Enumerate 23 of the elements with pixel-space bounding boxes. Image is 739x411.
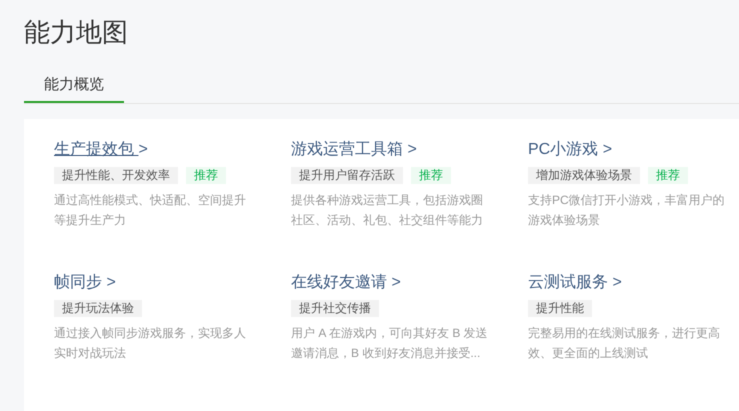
card-title-link[interactable]: 云测试服务 > <box>528 272 622 294</box>
card-title-link[interactable]: 游戏运营工具箱 > <box>291 139 417 161</box>
card-description: 通过接入帧同步游戏服务，实现多人实时对战玩法 <box>54 325 247 362</box>
feature-tag: 提升社交传播 <box>291 300 379 317</box>
feature-tag: 增加游戏体验场景 <box>528 167 640 184</box>
card-description: 支持PC微信打开小游戏，丰富用户的游戏体验场景 <box>528 192 726 229</box>
recommend-tag: 推荐 <box>411 167 451 184</box>
feature-tag: 提升性能 <box>528 300 592 317</box>
card-description: 用户 A 在游戏内，可向其好友 B 发送邀请消息，B 收到好友消息并接受... <box>291 325 489 362</box>
page-title: 能力地图 <box>24 16 129 49</box>
card-description: 提供各种游戏运营工具，包括游戏圈社区、活动、礼包、社交组件等能力 <box>291 192 484 229</box>
feature-tag: 提升玩法体验 <box>54 300 142 317</box>
recommend-tag: 推荐 <box>648 167 688 184</box>
feature-tag: 提升性能、开发效率 <box>54 167 178 184</box>
card-description: 完整易用的在线测试服务，进行更高效、更全面的上线测试 <box>528 325 721 362</box>
card-title-link[interactable]: 在线好友邀请 > <box>291 272 401 294</box>
card-title-link[interactable]: 帧同步 > <box>54 272 116 294</box>
recommend-tag: 推荐 <box>186 167 226 184</box>
tab[interactable]: 能力概览 <box>24 70 124 103</box>
feature-tag: 提升用户留存活跃 <box>291 167 403 184</box>
card-title-link[interactable]: PC小游戏 > <box>528 139 612 161</box>
card-title-link[interactable]: 生产提效包 > <box>54 139 148 161</box>
card-description: 通过高性能模式、快适配、空间提升等提升生产力 <box>54 192 247 229</box>
